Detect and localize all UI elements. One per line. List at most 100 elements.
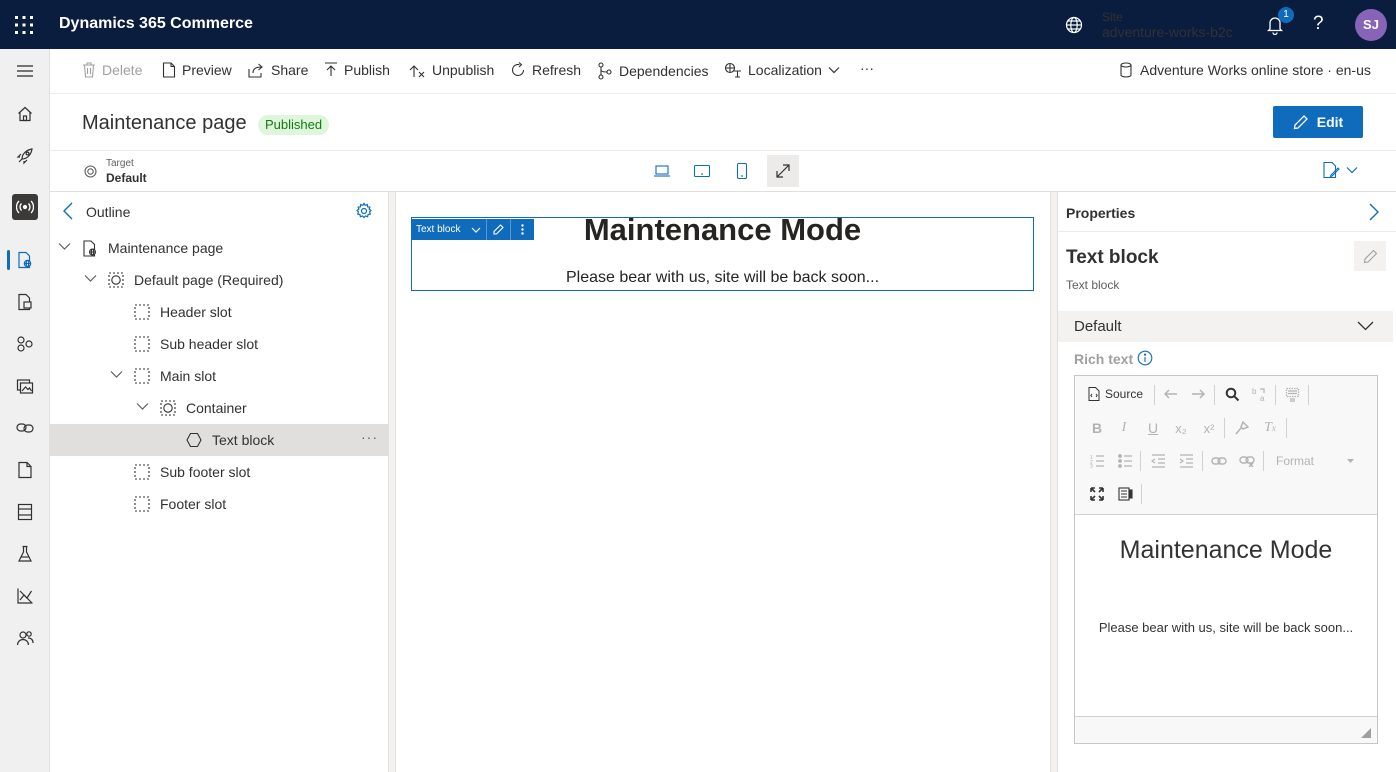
reports-icon[interactable]: [0, 576, 50, 616]
url-link-icon[interactable]: [0, 408, 50, 448]
chevron-down-icon[interactable]: [110, 370, 123, 379]
select-all-icon[interactable]: [1281, 383, 1303, 405]
module-toolbar: Text block: [411, 219, 534, 240]
rocket-icon[interactable]: [0, 136, 50, 176]
more-commands-button[interactable]: ···: [860, 60, 874, 76]
chevron-down-icon[interactable]: [136, 402, 149, 411]
find-search-icon[interactable]: [1221, 383, 1243, 405]
increase-indent-icon[interactable]: [1175, 450, 1197, 472]
gear-icon[interactable]: [355, 202, 373, 220]
target-value[interactable]: Default: [106, 171, 147, 185]
hamburger-menu-icon[interactable]: [0, 51, 50, 91]
tree-item-container[interactable]: Container: [50, 392, 388, 424]
bulleted-list-icon[interactable]: [1114, 450, 1136, 472]
user-avatar[interactable]: SJ: [1355, 9, 1387, 41]
tree-item-default-page[interactable]: Default page (Required): [50, 264, 388, 296]
globe-icon[interactable]: [1065, 16, 1083, 34]
module-type-dropdown[interactable]: Text block: [411, 219, 487, 240]
media-library-icon[interactable]: [0, 366, 50, 406]
caret-down-icon: [1347, 459, 1354, 463]
pages-icon[interactable]: [0, 240, 50, 280]
tree-item-sub-header-slot[interactable]: Sub header slot: [50, 328, 388, 360]
italic-icon[interactable]: I: [1113, 417, 1135, 439]
tree-item-header-slot[interactable]: Header slot: [50, 296, 388, 328]
share-button[interactable]: Share: [248, 62, 308, 78]
module-name: Text block: [1066, 247, 1159, 268]
chevron-right-icon[interactable]: [1368, 203, 1380, 221]
source-document-icon: [1088, 387, 1100, 401]
resize-grip-icon[interactable]: [1361, 728, 1371, 738]
toolbar-separator: [1224, 418, 1225, 438]
chevron-down-icon[interactable]: [58, 242, 71, 251]
pencil-icon: [1363, 249, 1377, 263]
subscript-icon[interactable]: x₂: [1170, 417, 1192, 439]
catalog-icon[interactable]: [0, 492, 50, 532]
templates-icon[interactable]: [0, 324, 50, 364]
more-options-button[interactable]: ···: [361, 429, 378, 445]
replace-icon[interactable]: ba: [1248, 383, 1270, 405]
app-title[interactable]: Dynamics 365 Commerce: [59, 15, 253, 33]
remove-format-icon[interactable]: Tx: [1259, 417, 1281, 439]
tree-item-sub-footer-slot[interactable]: Sub footer slot: [50, 456, 388, 488]
refresh-button[interactable]: Refresh: [510, 62, 581, 78]
canvas-body-text[interactable]: Please bear with us, site will be back s…: [411, 269, 1034, 287]
fragments-icon[interactable]: [0, 282, 50, 322]
unlink-icon[interactable]: [1236, 450, 1258, 472]
bold-icon[interactable]: B: [1086, 417, 1108, 439]
unpublish-label: Unpublish: [432, 62, 495, 78]
database-icon: [1120, 62, 1132, 78]
store-selector[interactable]: Adventure Works online store · en-us: [1120, 62, 1371, 78]
document-icon[interactable]: [0, 450, 50, 490]
tree-item-label: Text block: [212, 432, 275, 448]
maximize-icon[interactable]: [1086, 483, 1108, 505]
tree-item-maintenance-page[interactable]: Maintenance page: [50, 232, 388, 264]
preview-button[interactable]: Preview: [162, 62, 232, 78]
tree-item-footer-slot[interactable]: Footer slot: [50, 488, 388, 520]
link-icon[interactable]: [1208, 450, 1230, 472]
target-icon[interactable]: [84, 165, 97, 178]
chevron-left-icon[interactable]: [62, 202, 74, 220]
unpublish-button[interactable]: Unpublish: [408, 62, 494, 78]
edit-button[interactable]: Edit: [1273, 106, 1363, 138]
help-icon[interactable]: ?: [1313, 13, 1324, 35]
store-label: Adventure Works online store · en-us: [1140, 62, 1371, 78]
site-name[interactable]: adventure-works-b2c: [1102, 24, 1233, 40]
app-launcher-icon[interactable]: [14, 15, 34, 35]
publish-button[interactable]: Publish: [324, 62, 390, 78]
module-more-button[interactable]: [511, 219, 534, 240]
full-screen-view-icon[interactable]: [767, 155, 799, 187]
show-blocks-icon[interactable]: [1114, 483, 1136, 505]
editor-body-text[interactable]: Please bear with us, site will be back s…: [1075, 620, 1377, 635]
redo-icon[interactable]: [1187, 383, 1209, 405]
chevron-down-icon[interactable]: [1357, 321, 1374, 331]
numbered-list-icon[interactable]: 123: [1086, 450, 1108, 472]
tree-item-text-block[interactable]: Text block ···: [50, 424, 388, 456]
page-options-dropdown[interactable]: [1322, 161, 1358, 179]
format-dropdown[interactable]: Format: [1270, 450, 1360, 472]
laptop-view-icon[interactable]: [646, 155, 678, 187]
tablet-view-icon[interactable]: [686, 155, 718, 187]
undo-icon[interactable]: [1160, 383, 1182, 405]
rename-module-button[interactable]: [1354, 241, 1386, 271]
decrease-indent-icon[interactable]: [1147, 450, 1169, 472]
home-icon[interactable]: [0, 94, 50, 134]
experiments-flask-icon[interactable]: [0, 534, 50, 574]
dependencies-icon: [598, 62, 612, 80]
chevron-down-icon[interactable]: [84, 274, 97, 283]
underline-icon[interactable]: U: [1142, 417, 1164, 439]
localization-dropdown[interactable]: Localization: [724, 62, 840, 78]
copy-format-icon[interactable]: [1230, 417, 1252, 439]
module-edit-button[interactable]: [487, 219, 511, 240]
delete-button[interactable]: Delete: [82, 62, 142, 78]
mobile-view-icon[interactable]: [726, 155, 758, 187]
superscript-icon[interactable]: x²: [1198, 417, 1220, 439]
edit-label: Edit: [1316, 114, 1344, 130]
users-icon[interactable]: [0, 618, 50, 658]
tree-item-label: Container: [186, 400, 247, 416]
source-button[interactable]: Source: [1088, 383, 1143, 405]
broadcast-icon[interactable]: [12, 194, 38, 220]
info-icon[interactable]: [1137, 350, 1153, 366]
editor-heading[interactable]: Maintenance Mode: [1075, 536, 1377, 565]
tree-item-main-slot[interactable]: Main slot: [50, 360, 388, 392]
dependencies-button[interactable]: Dependencies: [597, 62, 709, 80]
